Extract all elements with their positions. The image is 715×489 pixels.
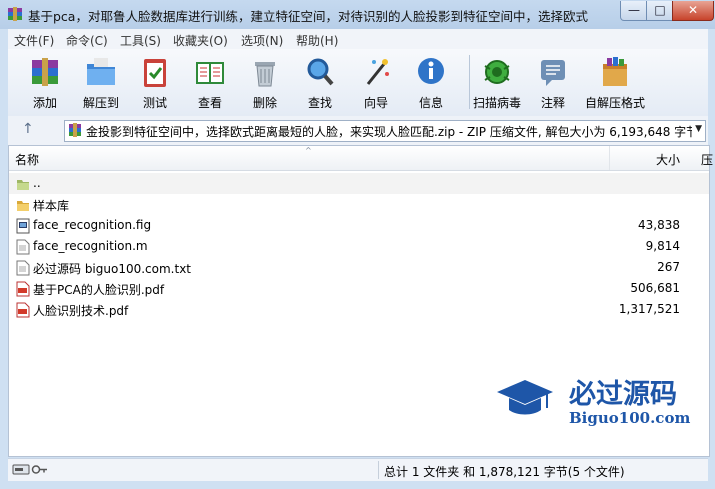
menu-favorites[interactable]: 收藏夹(O)	[173, 32, 228, 49]
column-name-header[interactable]: 名称	[15, 151, 39, 168]
column-header: 名称 ^ 大小 压	[9, 146, 713, 171]
list-item[interactable]: 样本库	[9, 194, 709, 215]
sfx-box-icon	[603, 57, 627, 86]
add-archive-icon	[32, 58, 58, 86]
file-size: 43,838	[638, 218, 680, 232]
scan-virus-button[interactable]: 扫描病毒	[470, 52, 524, 114]
extract-label: 解压到	[82, 96, 119, 110]
title-bar: 基于pca，对耶鲁人脸数据库进行训练，建立特征空间，对待识别的人脸投影到特征空间…	[0, 0, 715, 29]
menu-options[interactable]: 选项(N)	[241, 32, 283, 49]
file-name: 必过源码 biguo100.com.txt	[33, 262, 192, 276]
column-packed-header[interactable]: 压	[701, 151, 713, 168]
comment-label: 注释	[540, 96, 565, 110]
file-name: face_recognition.m	[33, 239, 148, 253]
address-dropdown-icon[interactable]: ▼	[695, 124, 702, 134]
menu-help[interactable]: 帮助(H)	[296, 32, 338, 49]
status-summary: 总计 1 文件夹 和 1,878,121 字节(5 个文件)	[384, 465, 625, 479]
comment-icon	[541, 60, 565, 86]
file-name: 人脸识别技术.pdf	[33, 304, 129, 318]
watermark-url: Biguo100.com	[569, 409, 691, 427]
test-label: 测试	[142, 96, 167, 110]
column-size-header[interactable]: 大小	[609, 146, 700, 170]
folder-up-icon	[17, 180, 29, 190]
pdf-file-icon	[16, 281, 30, 297]
text-file-icon	[16, 239, 30, 255]
list-item[interactable]: 人脸识别技术.pdf 1,317,521	[9, 299, 709, 320]
file-name: face_recognition.fig	[33, 218, 152, 232]
folder-icon	[17, 201, 29, 211]
window-title: 基于pca，对耶鲁人脸数据库进行训练，建立特征空间，对待识别的人脸投影到特征空间…	[28, 9, 588, 24]
address-bar: ↑ 金投影到特征空间中，选择欧式距离最短的人脸，来实现人脸匹配.zip - ZI…	[8, 116, 708, 146]
file-size: 9,814	[645, 239, 680, 253]
trash-icon	[255, 62, 275, 87]
status-divider	[378, 461, 379, 479]
test-clipboard-icon	[144, 59, 166, 87]
info-button[interactable]: 信息	[404, 52, 458, 114]
menu-bar: 文件(F) 命令(C) 工具(S) 收藏夹(O) 选项(N) 帮助(H)	[8, 29, 708, 49]
info-icon	[418, 58, 444, 84]
drive-key-icon[interactable]	[12, 463, 48, 476]
file-name: 样本库	[33, 199, 70, 213]
find-magnifier-icon	[307, 58, 334, 86]
menu-file[interactable]: 文件(F)	[14, 32, 54, 49]
fig-file-icon	[16, 218, 30, 234]
close-button[interactable]: ✕	[672, 1, 714, 21]
winrar-window: 基于pca，对耶鲁人脸数据库进行训练，建立特征空间，对待识别的人脸投影到特征空间…	[0, 0, 715, 489]
menu-tools[interactable]: 工具(S)	[120, 32, 161, 49]
file-name: 基于PCA的人脸识别.pdf	[33, 283, 165, 297]
file-size: 1,317,521	[618, 302, 680, 316]
sfx-label: 自解压格式	[584, 96, 645, 110]
address-path: 金投影到特征空间中，选择欧式距离最短的人脸，来实现人脸匹配.zip - ZIP …	[86, 125, 692, 139]
file-name: ..	[33, 176, 41, 190]
extract-folder-icon	[87, 58, 115, 85]
pdf-file-icon	[16, 302, 30, 318]
view-label: 查看	[197, 96, 222, 110]
wizard-button[interactable]: 向导	[349, 52, 403, 114]
comment-button[interactable]: 注释	[526, 52, 580, 114]
minimize-button[interactable]: —	[620, 1, 648, 21]
menu-commands[interactable]: 命令(C)	[66, 32, 108, 49]
list-item[interactable]: face_recognition.fig 43,838	[9, 215, 709, 236]
archive-icon	[69, 123, 81, 137]
delete-button[interactable]: 删除	[238, 52, 292, 114]
list-item[interactable]: 必过源码 biguo100.com.txt 267	[9, 257, 709, 278]
sort-ascending-icon: ^	[305, 146, 312, 155]
view-book-icon	[196, 62, 224, 84]
file-size: 267	[657, 260, 680, 274]
test-button[interactable]: 测试	[128, 52, 182, 114]
status-bar: 总计 1 文件夹 和 1,878,121 字节(5 个文件)	[8, 458, 708, 481]
watermark-title: 必过源码	[569, 379, 677, 410]
maximize-button[interactable]: □	[646, 1, 674, 21]
list-item[interactable]: ..	[9, 173, 709, 194]
file-list: 名称 ^ 大小 压 .. 样本库 face_recognition.fig 43…	[8, 145, 713, 457]
up-level-button[interactable]: ↑	[22, 121, 38, 137]
winrar-app-icon[interactable]	[7, 6, 23, 22]
toolbar: 添加 解压到 测试 查看 删除 查找 向导 信息 扫描病毒 注释 自解压格式	[8, 49, 708, 117]
delete-label: 删除	[252, 96, 277, 110]
find-label: 查找	[307, 96, 332, 110]
text-file-icon	[16, 260, 30, 276]
list-item[interactable]: face_recognition.m 9,814	[9, 236, 709, 257]
list-item[interactable]: 基于PCA的人脸识别.pdf 506,681	[9, 278, 709, 299]
file-size: 506,681	[630, 281, 680, 295]
find-button[interactable]: 查找	[293, 52, 347, 114]
watermark-logo: 必过源码 Biguo100.com	[487, 372, 697, 432]
wizard-wand-icon	[366, 59, 389, 85]
add-button[interactable]: 添加	[18, 52, 72, 114]
extract-button[interactable]: 解压到	[74, 52, 128, 114]
graduation-cap-icon	[497, 380, 553, 415]
virus-bug-icon	[484, 60, 510, 84]
column-size-label: 大小	[656, 153, 681, 167]
sfx-button[interactable]: 自解压格式	[585, 52, 645, 114]
scan-label: 扫描病毒	[472, 96, 521, 110]
address-field[interactable]: 金投影到特征空间中，选择欧式距离最短的人脸，来实现人脸匹配.zip - ZIP …	[64, 120, 706, 142]
add-label: 添加	[32, 96, 57, 110]
view-button[interactable]: 查看	[183, 52, 237, 114]
info-label: 信息	[418, 96, 443, 110]
wizard-label: 向导	[363, 96, 388, 110]
